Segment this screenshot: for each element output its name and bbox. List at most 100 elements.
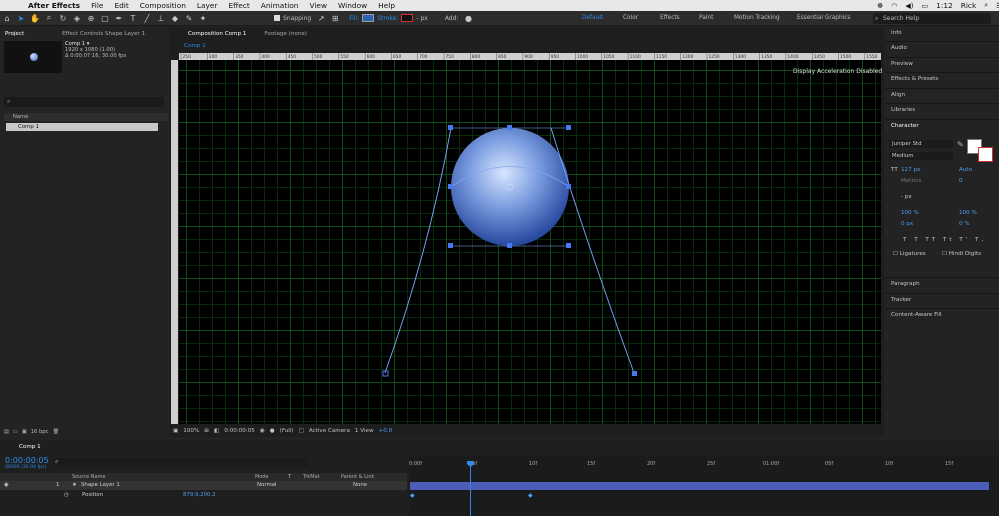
font-style-select[interactable]: Medium — [889, 152, 953, 160]
panel-preview[interactable]: Preview — [891, 61, 913, 67]
tab-footage[interactable]: Footage (none) — [259, 31, 312, 37]
selection-tool-icon[interactable]: ➤ — [14, 14, 28, 23]
layer-mode-select[interactable]: Normal — [257, 481, 277, 490]
resolution-select[interactable]: (Full) — [280, 428, 294, 434]
region-icon[interactable]: ▣ — [173, 428, 178, 434]
zoom-select[interactable]: 100% — [183, 428, 199, 434]
channel-icon[interactable]: ● — [270, 428, 275, 434]
column-mode[interactable]: Mode — [255, 473, 269, 481]
workspace-color[interactable]: Color — [623, 15, 638, 21]
parent-select[interactable]: None — [353, 481, 367, 490]
grid-icon[interactable]: ⊞ — [204, 428, 209, 434]
view-layout-select[interactable]: 1 View — [355, 428, 374, 434]
workspace-effects[interactable]: Effects — [660, 15, 680, 21]
column-t[interactable]: T — [288, 473, 291, 481]
snap-options-icon[interactable]: ↗ — [314, 14, 328, 23]
bpc-label[interactable]: 16 bpc — [31, 429, 49, 435]
spotlight-icon[interactable]: ⌕ — [984, 1, 988, 10]
hand-tool-icon[interactable]: ✋ — [28, 14, 42, 23]
keyframe-icon[interactable]: ◆ — [528, 492, 533, 499]
time-ruler[interactable]: 0:00f 05f 10f 15f 20f 25f 01:00f 05f 10f… — [409, 459, 987, 471]
panel-info[interactable]: Info — [891, 30, 902, 36]
camera-tool-icon[interactable]: ◈ — [70, 14, 84, 23]
column-source-name[interactable]: Source Name — [72, 473, 106, 481]
vertex-handle[interactable] — [448, 184, 453, 189]
panel-audio[interactable]: Audio — [891, 45, 907, 51]
hindi-digits-checkbox[interactable]: ☐ Hindi Digits — [942, 251, 981, 257]
mask-icon[interactable]: ◧ — [214, 428, 219, 434]
snapping-checkbox[interactable] — [274, 15, 280, 21]
control-icon[interactable]: ☸ — [877, 2, 883, 10]
vertex-handle[interactable] — [448, 243, 453, 248]
new-folder-icon[interactable]: ▭ — [13, 429, 18, 435]
vertex-handle[interactable] — [566, 243, 571, 248]
vertex-handle[interactable] — [632, 371, 637, 376]
vertex-handle[interactable] — [566, 184, 571, 189]
type-tool-icon[interactable]: T — [126, 14, 140, 23]
panel-effects-presets[interactable]: Effects & Presets — [891, 76, 938, 82]
comp-canvas[interactable] — [179, 60, 881, 424]
app-menu[interactable]: After Effects — [28, 1, 80, 10]
camera-select[interactable]: Active Camera — [309, 428, 350, 434]
property-value[interactable]: 879.9,200.2 — [183, 491, 216, 500]
wifi-icon[interactable]: ◠ — [891, 2, 897, 10]
user-name[interactable]: Rick — [961, 1, 977, 10]
column-parent[interactable]: Parent & Link — [341, 473, 374, 481]
layer-row[interactable]: ◉ 1 ★ Shape Layer 1 Normal None — [0, 481, 407, 490]
menu-window[interactable]: Window — [338, 1, 367, 10]
horizontal-scale-value[interactable]: 100 % — [959, 210, 977, 216]
stroke-swatch[interactable] — [401, 14, 414, 22]
tab-effect-controls[interactable]: Effect Controls Shape Layer 1 — [57, 31, 150, 37]
vertex-handle[interactable] — [448, 125, 453, 130]
search-help-input[interactable]: ⌕ Search Help — [873, 13, 991, 24]
stroke-width-value[interactable]: - px — [901, 194, 912, 200]
eraser-tool-icon[interactable]: ◆ — [168, 14, 182, 23]
horizontal-ruler[interactable]: 250 300 350 400 450 500 550 600 650 700 750 800 850 9… — [179, 53, 881, 60]
kerning-value[interactable]: Metrics — [901, 178, 921, 184]
vertex-handle[interactable] — [507, 243, 512, 248]
workspace-essential-graphics[interactable]: Essential Graphics — [797, 15, 850, 21]
home-icon[interactable]: ⌂ — [0, 14, 14, 23]
property-row[interactable]: ◷ Position 879.9,200.2 — [0, 491, 407, 500]
add-icon[interactable]: ● — [461, 14, 475, 23]
puppet-tool-icon[interactable]: ✦ — [196, 14, 210, 23]
project-search-input[interactable]: ⌕ — [4, 97, 164, 107]
column-trkmat[interactable]: TrkMat — [303, 473, 320, 481]
layer-name[interactable]: Shape Layer 1 — [81, 481, 120, 490]
comp-flowchart-tab[interactable]: Comp 1 — [179, 43, 211, 49]
font-size-value[interactable]: 127 px — [901, 167, 920, 173]
brush-tool-icon[interactable]: ╱ — [140, 14, 154, 23]
timeline-search-input[interactable]: ⌕ — [53, 458, 308, 467]
font-family-select[interactable]: Juniper Std — [889, 140, 953, 148]
fill-swatch[interactable] — [362, 14, 375, 22]
project-column-header[interactable]: Name — [4, 113, 168, 121]
path-left[interactable] — [384, 127, 452, 374]
panel-content-aware-fill[interactable]: Content-Aware Fill — [891, 312, 942, 318]
vertical-scale-value[interactable]: 100 % — [901, 210, 919, 216]
text-style-buttons[interactable]: T T TT Tt T' T, — [903, 237, 986, 243]
stroke-width[interactable]: - px — [416, 15, 427, 22]
vertex-handle[interactable] — [566, 125, 571, 130]
menu-view[interactable]: View — [309, 1, 327, 10]
tab-timeline-comp[interactable]: Comp 1 — [14, 444, 46, 450]
panel-align[interactable]: Align — [891, 92, 905, 98]
menu-effect[interactable]: Effect — [229, 1, 250, 10]
workspace-default[interactable]: Default — [582, 15, 603, 21]
viewer-timecode[interactable]: 0:00:00:05 — [224, 428, 255, 434]
snapshot-icon[interactable]: ◉ — [260, 428, 265, 434]
interpret-footage-icon[interactable]: ▤ — [4, 429, 9, 435]
leading-value[interactable]: Auto — [959, 167, 972, 173]
tab-composition[interactable]: Composition Comp 1 — [183, 31, 251, 37]
ligatures-checkbox[interactable]: ☐ Ligatures — [893, 251, 926, 257]
menu-animation[interactable]: Animation — [261, 1, 299, 10]
current-time-indicator[interactable] — [470, 462, 471, 516]
menu-composition[interactable]: Composition — [140, 1, 186, 10]
vertex-handle[interactable] — [507, 125, 512, 130]
roi-icon[interactable]: ▢ — [299, 428, 304, 434]
tab-project[interactable]: Project — [0, 31, 29, 37]
volume-icon[interactable]: ◀) — [905, 2, 913, 10]
clone-stamp-tool-icon[interactable]: ⊥ — [154, 14, 168, 23]
roto-brush-tool-icon[interactable]: ✎ — [182, 14, 196, 23]
sphere-shape[interactable] — [451, 128, 569, 246]
stopwatch-icon[interactable]: ◷ — [64, 491, 69, 500]
